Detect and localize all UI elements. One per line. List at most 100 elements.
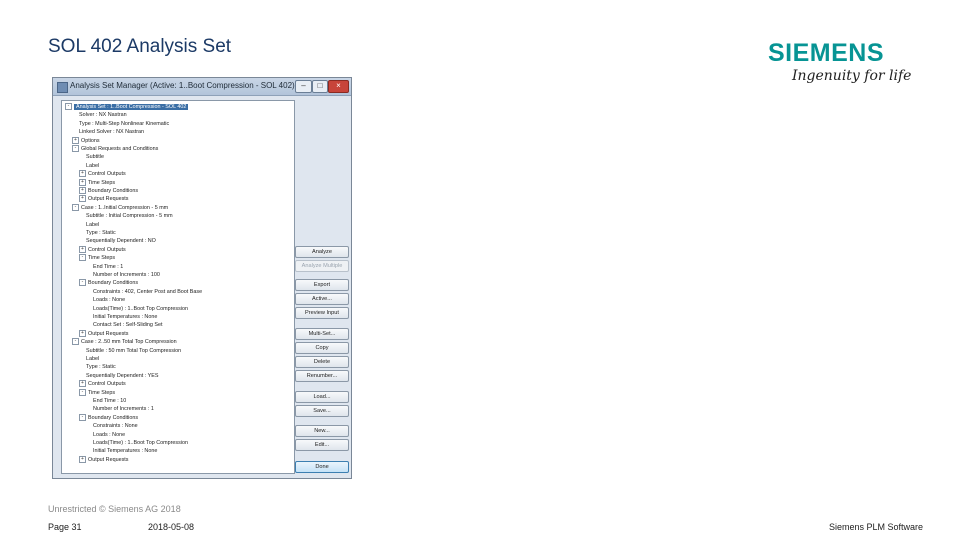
- dialog-titlebar[interactable]: Analysis Set Manager (Active: 1..Boot Co…: [53, 78, 351, 96]
- tree-item-label: Label: [86, 162, 100, 169]
- tree-item[interactable]: Type : Static: [79, 363, 116, 371]
- tree-item-label: Boundary Conditions: [88, 188, 139, 194]
- tree-item[interactable]: Linked Solver : NX Nastran: [72, 128, 144, 136]
- tree-item[interactable]: Subtitle: [79, 153, 104, 161]
- tree-item[interactable]: Number of Increments : 100: [86, 271, 160, 279]
- tree-connector-icon: [79, 213, 84, 218]
- tree-item[interactable]: - Time Steps: [79, 388, 115, 397]
- tree-connector-icon: [86, 406, 91, 411]
- tree-item[interactable]: Subtitle : 50 mm Total Top Compression: [79, 347, 181, 355]
- tree-item[interactable]: - Global Requests and Conditions: [72, 145, 158, 153]
- expand-icon[interactable]: +: [79, 245, 86, 253]
- tree-item[interactable]: End Time : 10: [86, 397, 126, 405]
- tree-item[interactable]: Type : Static: [79, 229, 116, 237]
- tree-item[interactable]: - Boundary Conditions: [79, 413, 138, 422]
- tree-item[interactable]: - Analysis Set : 1..Boot Compression - SO…: [65, 103, 189, 111]
- tree-item[interactable]: Constraints : None: [86, 422, 138, 430]
- tree-item[interactable]: Sequentially Dependent : NO: [79, 237, 156, 245]
- tree-item[interactable]: - Case : 1..Initial Compression - 5 mm: [72, 203, 168, 212]
- collapse-icon[interactable]: -: [79, 279, 86, 287]
- tree-item[interactable]: Solver : NX Nastran: [72, 111, 127, 119]
- new-button[interactable]: New...: [295, 425, 349, 437]
- save-button[interactable]: Save...: [295, 405, 349, 417]
- maximize-button[interactable]: □: [312, 80, 328, 93]
- collapse-icon[interactable]: -: [72, 203, 79, 211]
- export-button[interactable]: Export: [295, 279, 349, 291]
- tree-item[interactable]: Loads : None: [86, 431, 125, 439]
- collapse-icon[interactable]: -: [72, 145, 79, 153]
- tree-item[interactable]: + Time Steps: [79, 178, 115, 187]
- collapse-icon[interactable]: -: [79, 413, 86, 421]
- collapse-icon[interactable]: -: [65, 103, 72, 111]
- tree-item[interactable]: Label: [79, 355, 99, 363]
- tree-item-label: Contact Set : Self-Sliding Set: [93, 322, 163, 329]
- expand-icon[interactable]: +: [79, 178, 86, 186]
- tree-item[interactable]: Sequentially Dependent : YES: [79, 372, 158, 380]
- preview-input-button[interactable]: Preview Input: [295, 307, 349, 319]
- tree-item-label: Control Outputs: [88, 171, 126, 178]
- tree-item[interactable]: Label: [79, 162, 99, 170]
- tree-connector-icon: [86, 398, 91, 403]
- tree-connector-icon: [72, 121, 77, 126]
- tree-item[interactable]: Initial Temperatures : None: [86, 313, 157, 321]
- renumber-button[interactable]: Renumber...: [295, 370, 349, 382]
- minimize-button[interactable]: –: [295, 80, 312, 93]
- expand-icon[interactable]: +: [79, 329, 86, 337]
- copy-button[interactable]: Copy: [295, 342, 349, 354]
- expand-icon[interactable]: +: [79, 380, 86, 388]
- tree-item[interactable]: Number of Increments : 1: [86, 405, 154, 413]
- close-button[interactable]: ×: [328, 80, 349, 93]
- tree-item[interactable]: Contact Set : Self-Sliding Set: [86, 321, 163, 329]
- tree-item-label: Initial Temperatures : None: [93, 448, 158, 455]
- tree-item[interactable]: + Output Requests: [79, 329, 128, 338]
- tree-connector-icon: [86, 289, 91, 294]
- app-icon: [57, 82, 68, 93]
- tree-item[interactable]: + Control Outputs: [79, 245, 126, 254]
- expand-icon[interactable]: +: [72, 136, 79, 144]
- tree-item-label: Output Requests: [88, 456, 129, 463]
- tree-item[interactable]: Initial Temperatures : None: [86, 447, 157, 455]
- tree-connector-icon: [86, 440, 91, 445]
- expand-icon[interactable]: +: [79, 170, 86, 178]
- tree-item-label: Type : Static: [86, 230, 116, 236]
- tree-item[interactable]: + Output Requests: [79, 195, 128, 203]
- tree-item[interactable]: Type : Multi-Step Nonlinear Kinematic: [72, 120, 169, 128]
- tree-item[interactable]: - Time Steps: [79, 254, 115, 262]
- expand-icon[interactable]: +: [79, 455, 86, 463]
- tree-item[interactable]: + Options: [72, 136, 100, 145]
- tree-item[interactable]: End Time : 1: [86, 263, 123, 271]
- tree-connector-icon: [86, 314, 91, 319]
- collapse-icon[interactable]: -: [79, 388, 86, 396]
- classification-note: Unrestricted © Siemens AG 2018: [48, 504, 181, 514]
- tree-item[interactable]: Loads(Time) : 1..Boot Top Compression: [86, 305, 188, 313]
- tree-item[interactable]: + Control Outputs: [79, 170, 126, 178]
- tree-item[interactable]: Loads(Time) : 1..Boot Top Compression: [86, 439, 188, 447]
- expand-icon[interactable]: +: [79, 187, 86, 195]
- multi-set-button[interactable]: Multi-Set...: [295, 328, 349, 340]
- tree-item-label: Type : Static: [86, 364, 116, 371]
- tree-item[interactable]: Constraints : 402, Center Post and Boot …: [86, 288, 202, 296]
- tree-item-label: Output Requests: [88, 196, 129, 203]
- active-button[interactable]: Active...: [295, 293, 349, 305]
- tree-item[interactable]: + Boundary Conditions: [79, 187, 138, 195]
- load-button[interactable]: Load...: [295, 391, 349, 403]
- expand-icon[interactable]: +: [79, 195, 86, 203]
- analyze-button[interactable]: Analyze: [295, 246, 349, 258]
- logo-tagline: Ingenuity for life: [792, 68, 912, 84]
- tree-item[interactable]: - Boundary Conditions: [79, 279, 138, 287]
- tree-connector-icon: [79, 163, 84, 168]
- done-button[interactable]: Done: [295, 461, 349, 473]
- tree-item-label: Label: [86, 356, 100, 362]
- tree-item[interactable]: Subtitle : Initial Compression - 5 mm: [79, 212, 173, 220]
- tree-item[interactable]: Loads : None: [86, 296, 125, 304]
- tree-item[interactable]: + Control Outputs: [79, 380, 126, 388]
- tree-item[interactable]: Label: [79, 221, 99, 229]
- tree-item[interactable]: + Output Requests: [79, 455, 129, 464]
- collapse-icon[interactable]: -: [79, 254, 86, 262]
- edit-button[interactable]: Edit...: [295, 439, 349, 451]
- tree-item[interactable]: - Case : 2..50 mm Total Top Compression: [72, 338, 177, 346]
- tree-item-label: Loads : None: [93, 431, 126, 438]
- collapse-icon[interactable]: -: [72, 338, 79, 346]
- analysis-set-tree[interactable]: - Analysis Set : 1..Boot Compression - SO…: [61, 100, 295, 474]
- delete-button[interactable]: Delete: [295, 356, 349, 368]
